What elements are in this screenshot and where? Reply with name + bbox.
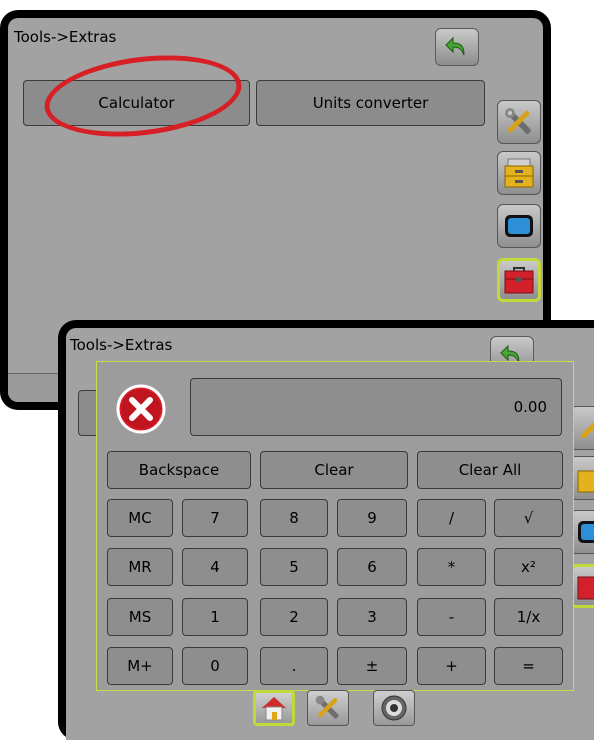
page-title: Tools->Extras: [14, 28, 117, 46]
side-tools-button[interactable]: [497, 100, 541, 144]
subtract-button[interactable]: -: [417, 598, 486, 636]
side-display-button[interactable]: [497, 204, 541, 248]
calculator-display: 0.00: [190, 378, 562, 436]
backspace-button[interactable]: Backspace: [107, 451, 251, 489]
display-icon: [505, 215, 533, 237]
equals-button[interactable]: =: [494, 647, 563, 685]
back-button[interactable]: [435, 28, 479, 66]
close-icon[interactable]: [116, 384, 166, 434]
display-icon: [578, 521, 594, 543]
divide-button[interactable]: /: [417, 499, 486, 537]
mc-button[interactable]: MC: [107, 499, 173, 537]
key-8[interactable]: 8: [260, 499, 328, 537]
m-plus-button[interactable]: M+: [107, 647, 173, 685]
storage-drawers-icon: [504, 158, 534, 188]
tools-icon: [505, 108, 531, 134]
home-icon: [262, 697, 286, 721]
gps-target-icon: [381, 695, 407, 721]
tools-icon: [580, 416, 594, 439]
mr-button[interactable]: MR: [107, 548, 173, 586]
add-button[interactable]: +: [417, 647, 486, 685]
nav-tools-button[interactable]: [307, 690, 349, 726]
reciprocal-button[interactable]: 1/x: [494, 598, 563, 636]
storage-drawers-icon: [577, 470, 594, 493]
tab-units-converter[interactable]: Units converter: [256, 80, 485, 126]
key-6[interactable]: 6: [337, 548, 407, 586]
tab-calculator[interactable]: Calculator: [23, 80, 250, 126]
side-storage-button[interactable]: [497, 151, 541, 195]
key-5[interactable]: 5: [260, 548, 328, 586]
key-1[interactable]: 1: [182, 598, 248, 636]
ms-button[interactable]: MS: [107, 598, 173, 636]
clear-button[interactable]: Clear: [260, 451, 408, 489]
square-button[interactable]: x²: [494, 548, 563, 586]
multiply-button[interactable]: *: [417, 548, 486, 586]
side-toolbox-button[interactable]: [497, 258, 541, 302]
page-title: Tools->Extras: [70, 336, 173, 354]
sqrt-button[interactable]: √: [494, 499, 563, 537]
decimal-button[interactable]: .: [260, 647, 328, 685]
key-9[interactable]: 9: [337, 499, 407, 537]
key-4[interactable]: 4: [182, 548, 248, 586]
key-0[interactable]: 0: [182, 647, 248, 685]
back-arrow-icon: [445, 36, 465, 56]
clear-all-button[interactable]: Clear All: [417, 451, 563, 489]
toolbox-icon: [504, 267, 534, 294]
calculator-dialog: 0.00 Backspace Clear Clear All MC 7 8 9 …: [96, 361, 574, 691]
key-2[interactable]: 2: [260, 598, 328, 636]
key-3[interactable]: 3: [337, 598, 407, 636]
nav-home-button[interactable]: [253, 690, 295, 726]
plus-minus-button[interactable]: ±: [337, 647, 407, 685]
toolbox-icon: [577, 576, 594, 600]
tools-icon: [315, 695, 339, 719]
key-7[interactable]: 7: [182, 499, 248, 537]
nav-gps-button[interactable]: [373, 690, 415, 726]
